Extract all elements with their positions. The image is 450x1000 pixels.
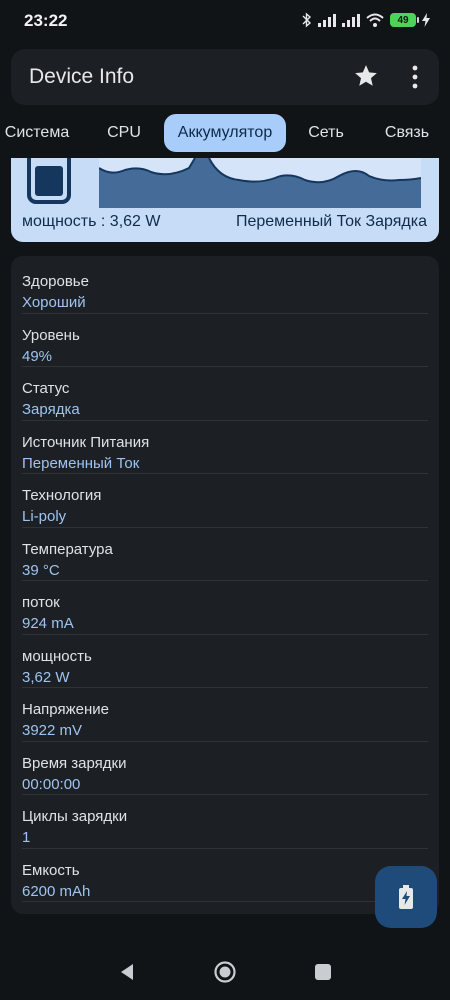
info-row-charge-time: Время зарядки 00:00:00 [22, 742, 428, 795]
info-row-level: Уровень 49% [22, 314, 428, 367]
status-bar: 23:22 49 [0, 0, 450, 40]
info-value: 39 °C [22, 561, 60, 579]
charging-icon [422, 13, 430, 27]
wifi-icon [366, 13, 384, 27]
info-label: мощность [22, 647, 92, 665]
info-row-current: поток 924 mA [22, 581, 428, 635]
info-row-power-source: Источник Питания Переменный Ток [22, 421, 428, 474]
status-icons: 49 [302, 12, 430, 28]
app-title: Device Info [29, 65, 135, 88]
home-icon[interactable] [213, 960, 237, 984]
info-value: 00:00:00 [22, 775, 81, 793]
info-label: Здоровье [22, 273, 89, 290]
star-icon[interactable] [353, 63, 379, 89]
bluetooth-icon [302, 12, 312, 28]
info-row-voltage: Напряжение 3922 mV [22, 688, 428, 742]
battery-icon: 49 [390, 13, 419, 27]
info-value: 1 [22, 829, 31, 846]
info-value: Li-poly [22, 508, 67, 525]
info-value: 3922 mV [22, 722, 83, 739]
info-label: Источник Питания [22, 433, 150, 451]
info-label: Циклы зарядки [22, 808, 128, 825]
info-label: Уровень [22, 326, 80, 344]
info-value: 924 mA [22, 615, 74, 632]
info-label: Напряжение [22, 701, 109, 718]
info-value: Переменный Ток [22, 454, 140, 472]
tab-battery[interactable]: Аккумулятор [164, 114, 286, 152]
tab-bar: Система CPU Аккумулятор Сеть Связь [0, 114, 450, 154]
more-vert-icon[interactable] [405, 63, 425, 91]
info-label: Время зарядки [22, 754, 127, 772]
info-row-temperature: Температура 39 °C [22, 528, 428, 581]
recents-icon[interactable] [315, 964, 331, 980]
system-nav-bar [0, 950, 450, 994]
tab-cpu[interactable]: CPU [96, 114, 152, 152]
info-label: Температура [22, 540, 113, 558]
tab-system[interactable]: Система [0, 114, 80, 152]
battery-fab-button[interactable] [375, 866, 437, 928]
battery-info-list: Здоровье Хороший Уровень 49% Статус Заря… [11, 256, 439, 914]
info-label: поток [22, 594, 60, 611]
graph-power-text: мощность : 3,62 W [22, 213, 161, 230]
info-row-power: мощность 3,62 W [22, 635, 428, 688]
info-row-status: Статус Зарядка [22, 367, 428, 421]
info-label: Емкость [22, 861, 80, 879]
info-row-health: Здоровье Хороший [22, 260, 428, 314]
info-value: 6200 mAh [22, 882, 91, 900]
info-row-capacity: Емкость 6200 mAh [22, 849, 428, 902]
battery-large-icon [27, 158, 71, 204]
info-value: 49% [22, 347, 53, 365]
battery-level-text: 49 [397, 14, 409, 26]
status-time: 23:22 [24, 11, 68, 30]
info-value: Хороший [22, 294, 86, 311]
tab-network[interactable]: Сеть [298, 114, 354, 152]
app-bar: Device Info [11, 49, 439, 105]
info-row-technology: Технология Li-poly [22, 474, 428, 528]
info-value: 3,62 W [22, 668, 70, 686]
battery-graph [99, 158, 421, 208]
signal-icon [342, 14, 360, 27]
back-icon[interactable] [118, 962, 136, 982]
info-value: Зарядка [22, 401, 80, 418]
battery-graph-card: мощность : 3,62 W Переменный Ток Зарядка [11, 158, 439, 242]
info-row-charge-cycles: Циклы зарядки 1 [22, 795, 428, 849]
info-label: Технология [22, 487, 102, 504]
battery-charging-icon [399, 885, 413, 909]
graph-source-text: Переменный Ток Зарядка [235, 213, 427, 230]
info-label: Статус [22, 380, 70, 397]
signal-icon [318, 14, 336, 27]
device-info-screen: 23:22 49 Device Info Система CPU Аккумул… [0, 0, 450, 1000]
tab-connectivity[interactable]: Связь [376, 114, 438, 152]
